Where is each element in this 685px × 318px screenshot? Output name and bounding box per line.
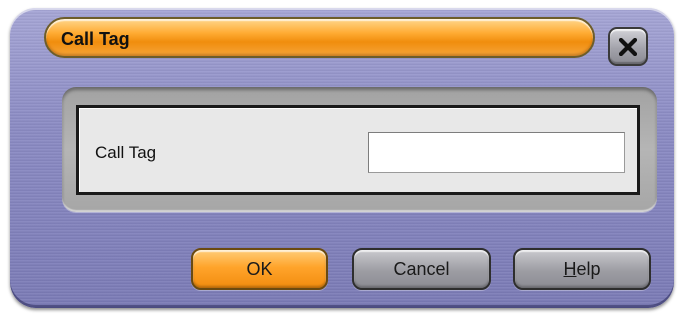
- help-mnemonic: H: [563, 258, 577, 279]
- cancel-button-label: Cancel: [393, 258, 450, 279]
- close-x-icon: [619, 37, 637, 56]
- form-panel: Call Tag: [76, 105, 640, 195]
- help-button[interactable]: Help: [513, 248, 651, 290]
- ok-button-label: OK: [246, 258, 273, 279]
- call-tag-input[interactable]: [368, 132, 625, 173]
- title-bar: Call Tag: [44, 17, 595, 58]
- ok-button[interactable]: OK: [191, 248, 328, 290]
- close-button[interactable]: [608, 27, 648, 66]
- help-label-rest: elp: [576, 258, 601, 279]
- help-button-label: Help: [563, 259, 600, 280]
- call-tag-label: Call Tag: [95, 143, 157, 162]
- dialog-title: Call Tag: [61, 29, 130, 49]
- cancel-button[interactable]: Cancel: [352, 248, 491, 290]
